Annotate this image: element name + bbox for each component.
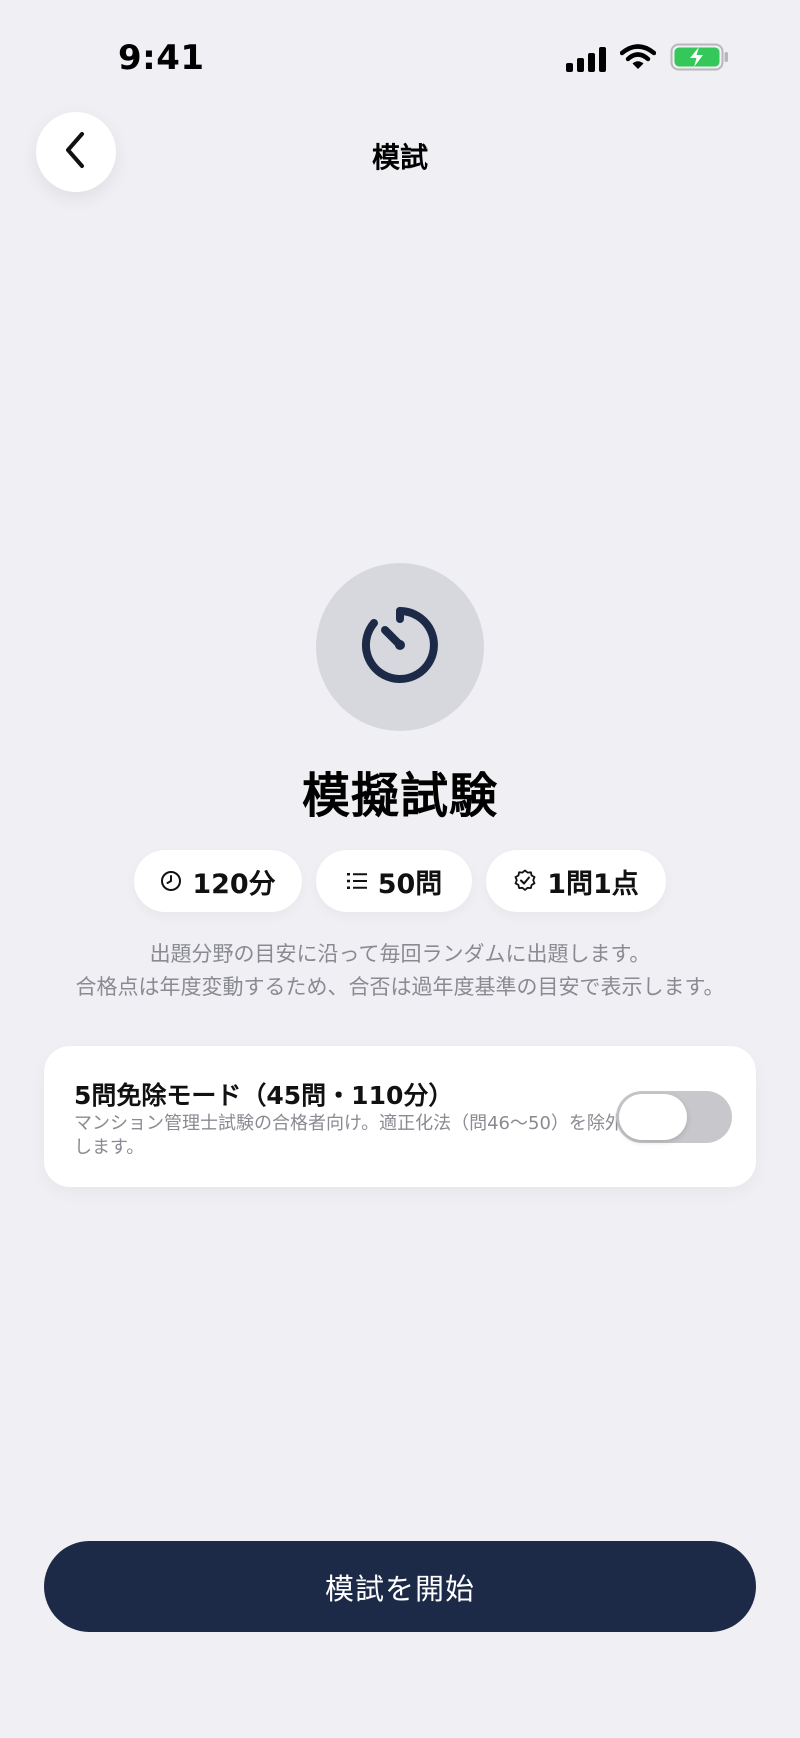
status-time: 9:41 [118, 38, 205, 78]
wifi-icon [619, 43, 657, 75]
exemption-mode-description: マンション管理士試験の合格者向け。適正化法（問46〜50）を除外します。 [74, 1113, 623, 1158]
badge-check-icon [513, 869, 537, 893]
question-count-pill: 50問 [316, 850, 472, 912]
duration-label: 120分 [192, 868, 276, 900]
exam-description: 出題分野の目安に沿って毎回ランダムに出題します。 合格点は年度変動するため、合否… [0, 938, 800, 1004]
nav-title: 模試 [371, 141, 428, 174]
description-line-2: 合格点は年度変動するため、合否は過年度基準の目安で表示します。 [75, 975, 725, 999]
question-count-label: 50問 [377, 868, 443, 900]
hero-icon-circle [316, 563, 484, 731]
scoring-label: 1問1点 [547, 868, 639, 900]
exemption-mode-title: 5問免除モード（45問・110分） [74, 1081, 454, 1110]
timer-icon [360, 605, 440, 689]
toggle-knob [619, 1094, 687, 1140]
cellular-signal-icon [566, 46, 606, 72]
status-bar: 9:41 [0, 0, 800, 120]
status-icons [566, 42, 730, 76]
description-line-1: 出題分野の目安に沿って毎回ランダムに出題します。 [149, 942, 651, 966]
duration-pill: 120分 [134, 850, 302, 912]
exemption-mode-toggle[interactable] [616, 1091, 732, 1143]
mock-exam-screen: 9:41 模試 模擬試験 120分 50問 1問1点 出題分野の目安に沿って毎回… [0, 0, 800, 1738]
battery-icon [670, 42, 730, 76]
hero-title: 模擬試験 [301, 768, 498, 824]
list-icon [346, 871, 368, 891]
start-exam-button[interactable]: 模試を開始 [44, 1541, 756, 1632]
scoring-pill: 1問1点 [486, 850, 666, 912]
clock-icon [160, 870, 182, 892]
exemption-mode-card: 5問免除モード（45問・110分） マンション管理士試験の合格者向け。適正化法（… [44, 1046, 756, 1187]
